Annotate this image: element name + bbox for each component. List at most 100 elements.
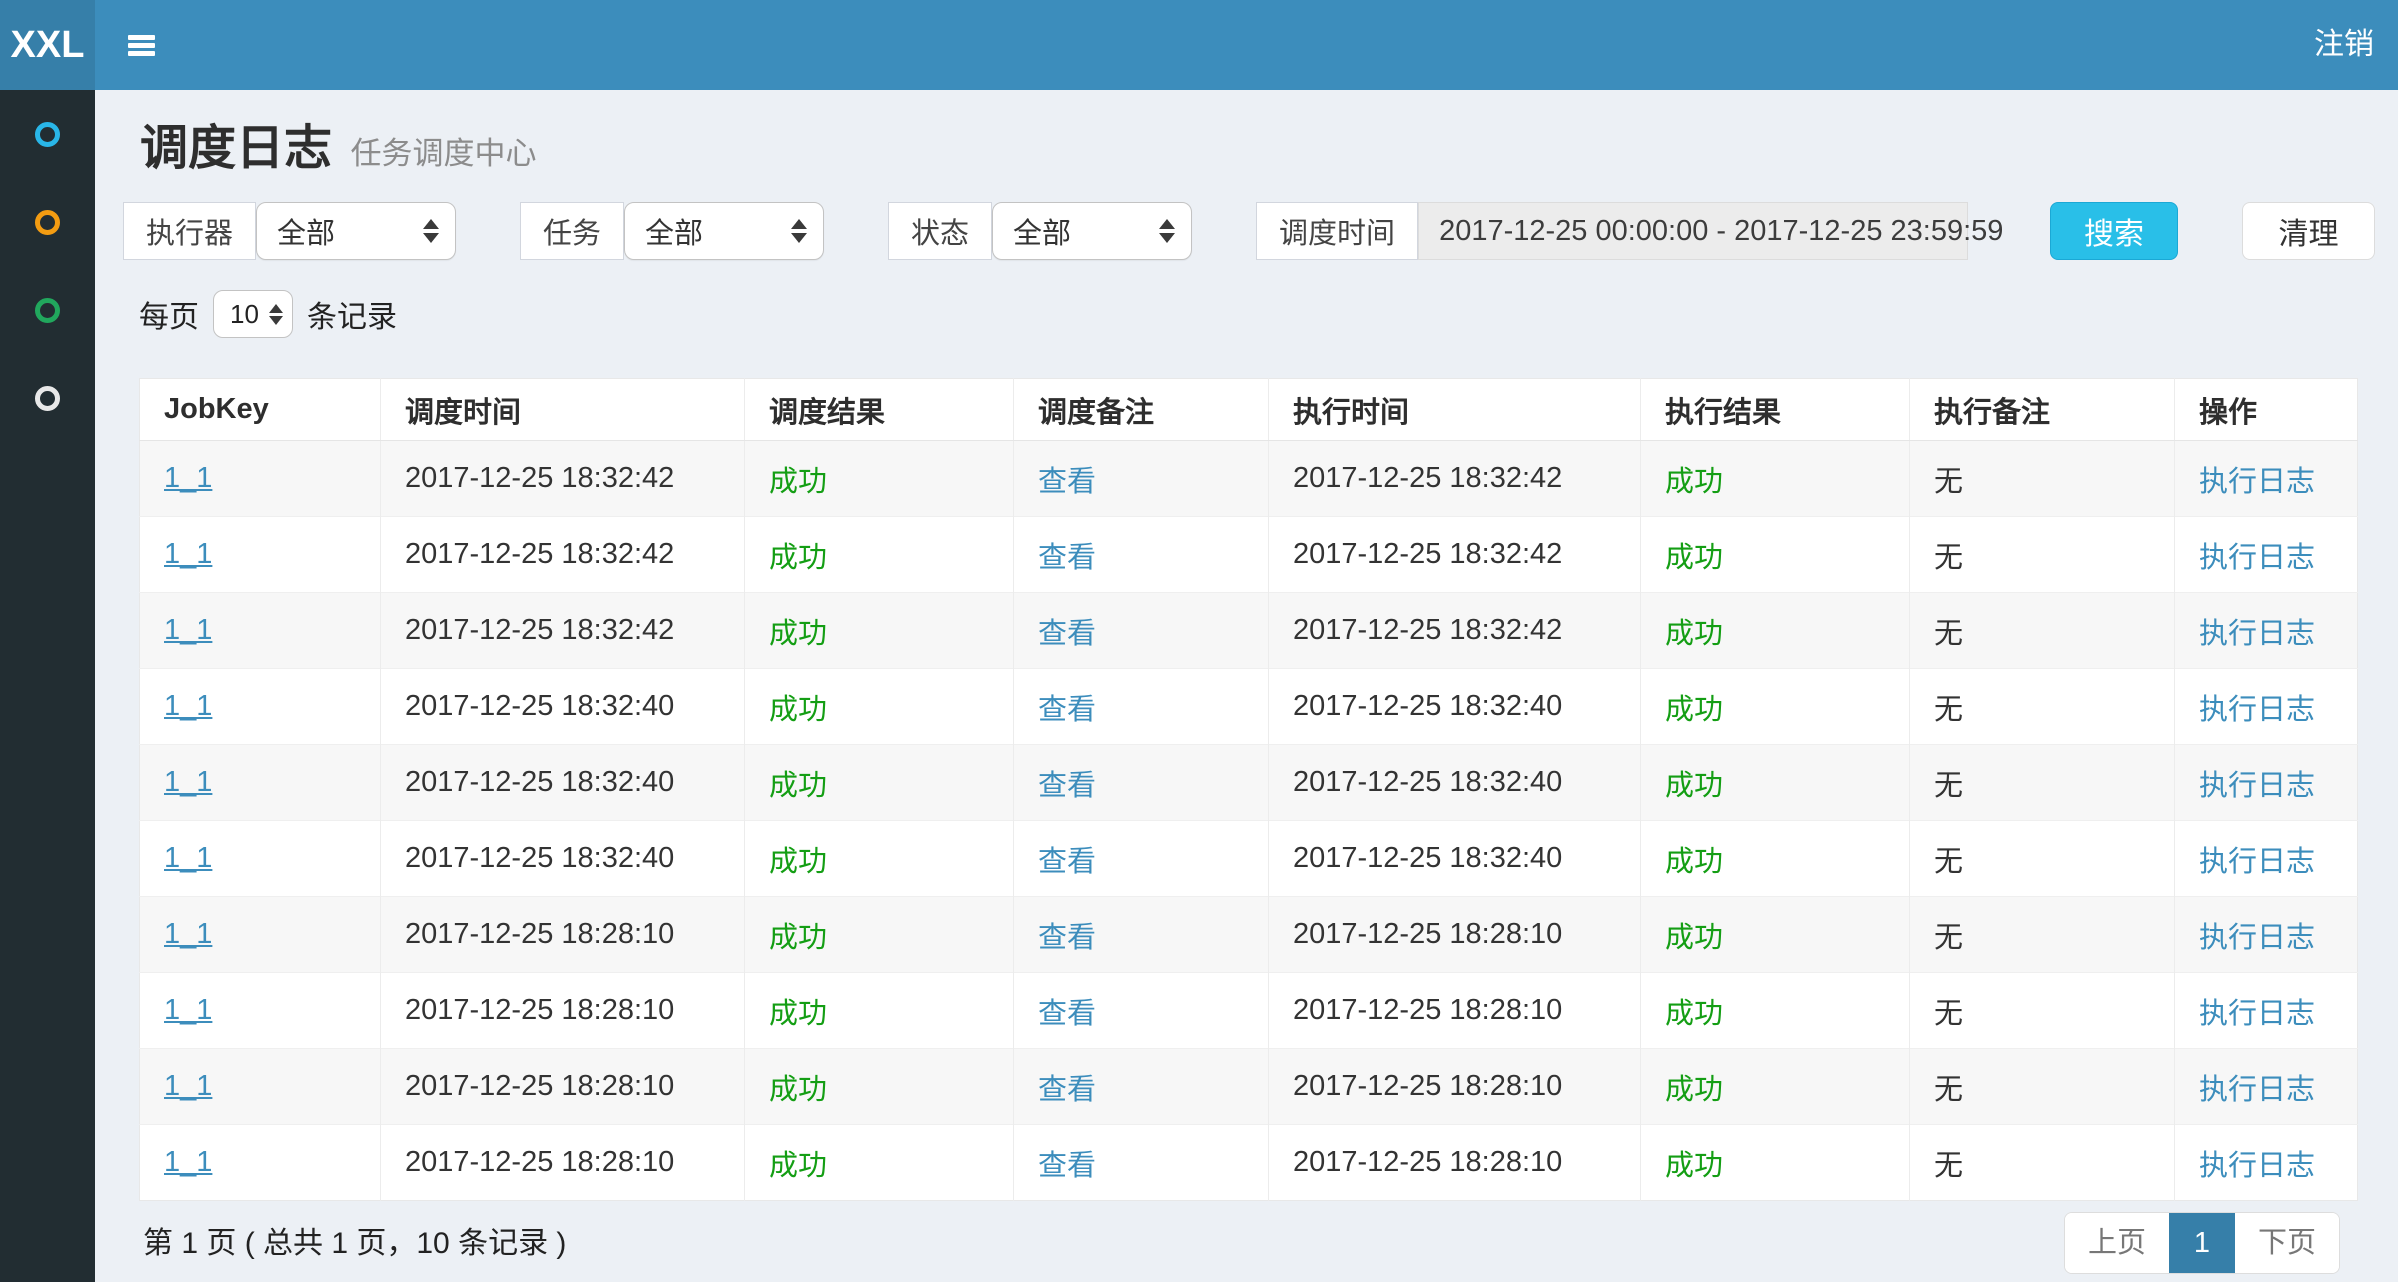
circle-outline-icon	[35, 122, 60, 147]
trigger-msg-link[interactable]: 查看	[1038, 1074, 1096, 1106]
handle-result-cell-container: 成功	[1641, 1125, 1910, 1201]
trigger-result-cell: 成功	[769, 466, 827, 498]
execution-log-link[interactable]: 执行日志	[2199, 694, 2315, 726]
handle-time-cell: 2017-12-25 18:32:42	[1293, 538, 1562, 570]
trigger-time-filter-label: 调度时间	[1256, 202, 1418, 260]
column-header-4: 执行时间	[1269, 379, 1641, 441]
trigger-msg-link[interactable]: 查看	[1038, 1150, 1096, 1182]
execution-log-link-container: 执行日志	[2175, 973, 2358, 1049]
select-stepper-icon	[791, 219, 807, 243]
sidebar-toggle-button[interactable]	[112, 0, 170, 90]
jobkey-link[interactable]: 1_1	[164, 538, 212, 570]
trigger-result-cell-container: 成功	[745, 1125, 1014, 1201]
trigger-result-cell-container: 成功	[745, 973, 1014, 1049]
circle-outline-icon	[35, 210, 60, 235]
execution-log-link[interactable]: 执行日志	[2199, 618, 2315, 650]
handle-time-cell-container: 2017-12-25 18:32:40	[1269, 745, 1641, 821]
column-header-3: 调度备注	[1014, 379, 1269, 441]
trigger-time-cell: 2017-12-25 18:28:10	[405, 918, 674, 950]
trigger-time-cell-container: 2017-12-25 18:28:10	[381, 1049, 745, 1125]
trigger-result-cell: 成功	[769, 1074, 827, 1106]
execution-log-link[interactable]: 执行日志	[2199, 466, 2315, 498]
jobkey-link[interactable]: 1_1	[164, 918, 212, 950]
jobkey-link[interactable]: 1_1	[164, 842, 212, 874]
trigger-result-cell: 成功	[769, 998, 827, 1030]
handle-time-cell: 2017-12-25 18:28:10	[1293, 1070, 1562, 1102]
handle-msg-cell: 无	[1934, 694, 1963, 726]
trigger-time-range-input[interactable]: 2017-12-25 00:00:00 - 2017-12-25 23:59:5…	[1418, 202, 1968, 260]
table-row: 1_1 2017-12-25 18:32:42 成功 查看 2017-12-25 18:…	[140, 517, 2358, 593]
pagination-summary: 第 1 页 ( 总共 1 页，10 条记录 )	[143, 1218, 566, 1262]
jobkey-link-container: 1_1	[140, 593, 381, 669]
sidebar-item-job-manage[interactable]	[0, 178, 95, 266]
handle-time-cell-container: 2017-12-25 18:32:40	[1269, 821, 1641, 897]
jobkey-link[interactable]: 1_1	[164, 994, 212, 1026]
status-select[interactable]: 全部	[992, 202, 1192, 260]
handle-msg-cell: 无	[1934, 846, 1963, 878]
handle-result-cell-container: 成功	[1641, 821, 1910, 897]
sidebar-item-dashboard[interactable]	[0, 90, 95, 178]
trigger-result-cell: 成功	[769, 542, 827, 574]
pagination-next-button[interactable]: 下页	[2235, 1213, 2339, 1273]
trigger-msg-link[interactable]: 查看	[1038, 846, 1096, 878]
handle-result-cell: 成功	[1665, 466, 1723, 498]
pagination-prev-button[interactable]: 上页	[2065, 1213, 2169, 1273]
status-select-value: 全部	[1013, 210, 1071, 252]
execution-log-link[interactable]: 执行日志	[2199, 770, 2315, 802]
trigger-msg-link-container: 查看	[1014, 669, 1269, 745]
execution-log-link[interactable]: 执行日志	[2199, 1150, 2315, 1182]
jobkey-link[interactable]: 1_1	[164, 766, 212, 798]
execution-log-link[interactable]: 执行日志	[2199, 922, 2315, 954]
clear-button[interactable]: 清理	[2242, 202, 2375, 260]
jobkey-link[interactable]: 1_1	[164, 690, 212, 722]
trigger-msg-link[interactable]: 查看	[1038, 694, 1096, 726]
execution-log-link[interactable]: 执行日志	[2199, 1074, 2315, 1106]
execution-log-link-container: 执行日志	[2175, 669, 2358, 745]
executor-select[interactable]: 全部	[256, 202, 456, 260]
handle-result-cell: 成功	[1665, 1074, 1723, 1106]
trigger-msg-link-container: 查看	[1014, 1125, 1269, 1201]
app-logo[interactable]: XXL	[0, 0, 95, 90]
handle-msg-cell-container: 无	[1910, 1125, 2175, 1201]
circle-outline-icon	[35, 298, 60, 323]
trigger-msg-link[interactable]: 查看	[1038, 998, 1096, 1030]
execution-log-link-container: 执行日志	[2175, 1049, 2358, 1125]
jobkey-link[interactable]: 1_1	[164, 462, 212, 494]
trigger-msg-link-container: 查看	[1014, 745, 1269, 821]
handle-result-cell: 成功	[1665, 542, 1723, 574]
jobkey-link[interactable]: 1_1	[164, 614, 212, 646]
sidebar-item-executor-manage[interactable]	[0, 354, 95, 442]
job-select[interactable]: 全部	[624, 202, 824, 260]
table-row: 1_12017-12-25 18:32:42成功查看2017-12-25 18:…	[140, 593, 2358, 669]
jobkey-link[interactable]: 1_1	[164, 1146, 212, 1178]
trigger-msg-link[interactable]: 查看	[1038, 770, 1096, 802]
trigger-time-cell: 2017-12-25 18:32:42	[405, 462, 674, 494]
handle-msg-cell-container: 无	[1910, 669, 2175, 745]
handle-result-cell: 成功	[1665, 846, 1723, 878]
trigger-msg-link-container: 查看	[1014, 821, 1269, 897]
table-row: 1_12017-12-25 18:28:10成功查看2017-12-25 18:…	[140, 1125, 2358, 1201]
handle-time-cell: 2017-12-25 18:32:42	[1293, 462, 1562, 494]
jobkey-link[interactable]: 1_1	[164, 1070, 212, 1102]
trigger-time-cell-container: 2017-12-25 18:32:40	[381, 821, 745, 897]
logout-link[interactable]: 注销	[2314, 0, 2374, 90]
table-row: 1_1 2017-12-25 18:28:10 成功 查看 2017-12-25 18:…	[140, 1049, 2358, 1125]
execution-log-link[interactable]: 执行日志	[2199, 542, 2315, 574]
sidebar-item-job-log[interactable]	[0, 266, 95, 354]
pagination-page-1-button[interactable]: 1	[2169, 1213, 2235, 1273]
main-content: 调度日志 任务调度中心 执行器 全部 任务 全部 状态 全部 调度时	[95, 90, 2398, 1282]
page-size-select[interactable]: 10	[213, 290, 293, 338]
execution-log-link[interactable]: 执行日志	[2199, 846, 2315, 878]
execution-log-link-container: 执行日志	[2175, 441, 2358, 517]
search-button[interactable]: 搜索	[2050, 202, 2178, 260]
trigger-msg-link[interactable]: 查看	[1038, 466, 1096, 498]
execution-log-link[interactable]: 执行日志	[2199, 998, 2315, 1030]
handle-result-cell: 成功	[1665, 694, 1723, 726]
trigger-msg-link[interactable]: 查看	[1038, 618, 1096, 650]
trigger-msg-link[interactable]: 查看	[1038, 922, 1096, 954]
trigger-time-cell: 2017-12-25 18:32:42	[405, 538, 674, 570]
page-title: 调度日志	[140, 122, 332, 175]
trigger-msg-link-container: 查看	[1014, 441, 1269, 517]
executor-filter-group: 执行器 全部	[123, 202, 456, 260]
trigger-msg-link[interactable]: 查看	[1038, 542, 1096, 574]
